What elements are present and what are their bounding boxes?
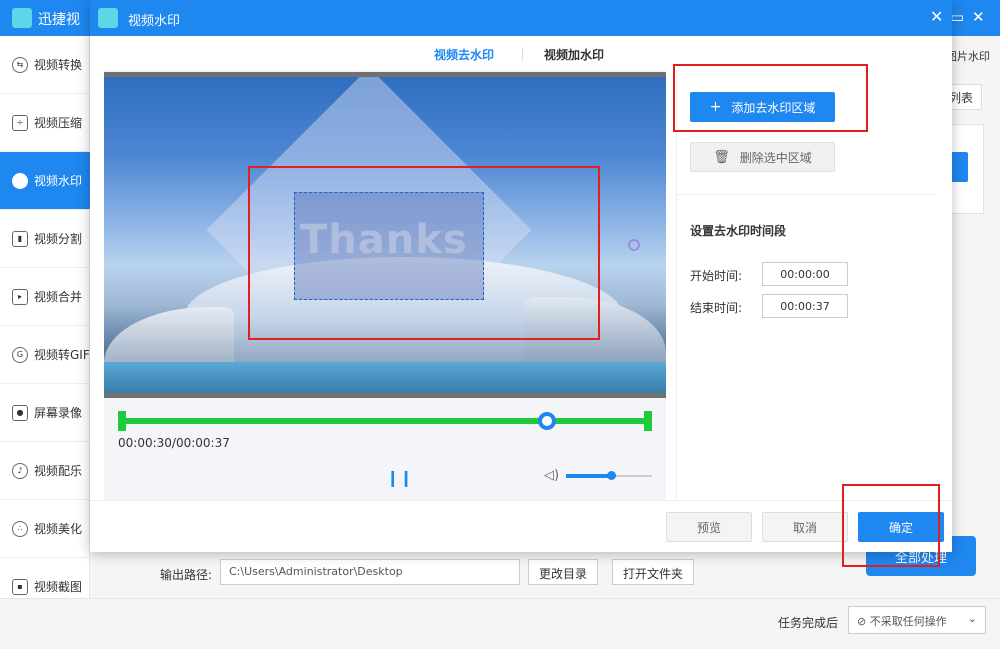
convert-icon: ⇆: [12, 56, 28, 73]
sidebar-item-label: 屏幕录像: [34, 406, 83, 420]
sidebar-item-label: 视频转换: [34, 58, 83, 72]
file-action-button[interactable]: [950, 152, 968, 182]
sidebar-item-label: 视频美化: [34, 522, 83, 536]
volume-slider-fill: [566, 474, 610, 478]
sidebar: ⇆ 视频转换 ÷ 视频压缩 视频水印 ▮ 视频分割 ▸ 视频合并 G 视频转GIF ● 屏幕…: [0, 36, 90, 616]
sidebar-item-music[interactable]: ♪ 视频配乐: [0, 442, 90, 500]
trash-icon: 🗑: [713, 149, 730, 165]
close-icon[interactable]: ✕: [972, 8, 985, 26]
tab-add-watermark[interactable]: 视频加水印: [544, 46, 604, 63]
open-folder-button[interactable]: 打开文件夹: [612, 559, 695, 585]
sidebar-item-merge[interactable]: ▸ 视频合并: [0, 268, 90, 326]
end-time-input[interactable]: 00:00:37: [762, 294, 848, 318]
timeline-playhead[interactable]: [538, 412, 556, 430]
sidebar-item-compress[interactable]: ÷ 视频压缩: [0, 94, 90, 152]
sidebar-item-record[interactable]: ● 屏幕录像: [0, 384, 90, 442]
app-logo-icon: [12, 8, 32, 28]
video-preview-area: Thanks 00:00:30/00:00:37 ❙❙ ◁): [104, 70, 666, 500]
dialog-tabs: 视频去水印 视频加水印: [90, 36, 952, 70]
output-path-field[interactable]: C:\Users\Administrator\Desktop: [220, 559, 520, 585]
timeline-start-handle[interactable]: [118, 411, 126, 431]
watermark-logo-icon: [628, 239, 640, 251]
panel-divider: [676, 194, 936, 195]
dialog-title: 视频水印: [128, 14, 181, 29]
beautify-icon: ∴: [12, 520, 28, 537]
sidebar-item-beautify[interactable]: ∴ 视频美化: [0, 500, 90, 558]
sidebar-item-label: 视频分割: [34, 232, 83, 246]
pause-icon[interactable]: ❙❙: [386, 468, 413, 487]
confirm-button[interactable]: 确定: [858, 512, 944, 542]
time-display: 00:00:30/00:00:37: [118, 436, 230, 450]
add-region-label: 添加去水印区域: [731, 100, 816, 115]
sidebar-item-label: 视频压缩: [34, 116, 83, 130]
watermark-selection-region[interactable]: [294, 192, 484, 300]
add-region-button[interactable]: + 添加去水印区域: [690, 92, 835, 122]
preview-button[interactable]: 预览: [666, 512, 752, 542]
sidebar-item-label: 视频截图: [34, 580, 83, 594]
sidebar-item-label: 视频合并: [34, 290, 83, 304]
dialog-titlebar: 视频水印 ✕: [90, 0, 952, 36]
timeline-track[interactable]: [118, 418, 652, 424]
period-title: 设置去水印时间段: [690, 224, 787, 238]
timeline-end-handle[interactable]: [644, 411, 652, 431]
plus-icon: +: [709, 99, 722, 115]
tab-image-watermark[interactable]: 图片水印: [946, 48, 990, 64]
sidebar-item-label: 视频水印: [34, 174, 83, 188]
video-frame[interactable]: Thanks: [104, 72, 666, 398]
dialog-logo-icon: [98, 8, 118, 28]
chevron-down-icon: ⌄: [967, 612, 977, 625]
screenshot-icon: ▪: [12, 578, 28, 595]
tab-divider: [522, 47, 523, 61]
output-label: 输出路径:: [160, 568, 213, 582]
gif-icon: G: [12, 346, 28, 363]
record-icon: ●: [12, 404, 28, 421]
after-task-select[interactable]: ⊘ 不采取任何操作 ⌄: [848, 606, 986, 634]
after-task-label: 任务完成后: [778, 616, 839, 630]
tab-remove-watermark[interactable]: 视频去水印: [434, 46, 494, 63]
compress-icon: ÷: [12, 114, 28, 131]
music-icon: ♪: [12, 462, 28, 479]
change-dir-button[interactable]: 更改目录: [528, 559, 599, 585]
app-title: 迅捷视: [38, 12, 80, 28]
watermark-icon: [12, 172, 28, 189]
volume-icon[interactable]: ◁): [544, 468, 559, 483]
delete-region-button[interactable]: 🗑 删除选中区域: [690, 142, 835, 172]
sidebar-item-gif[interactable]: G 视频转GIF: [0, 326, 90, 384]
watermark-dialog: 视频水印 ✕ 视频去水印 视频加水印 Thanks 00:00:30/00:00…: [90, 0, 952, 552]
sidebar-item-watermark[interactable]: 视频水印: [0, 152, 90, 210]
sidebar-item-convert[interactable]: ⇆ 视频转换: [0, 36, 90, 94]
after-task-value: ⊘ 不采取任何操作: [857, 615, 947, 628]
split-icon: ▮: [12, 230, 28, 247]
sidebar-item-label: 视频转GIF: [34, 348, 90, 362]
start-time-label: 开始时间:: [690, 269, 743, 283]
end-time-label: 结束时间:: [690, 301, 743, 315]
sidebar-item-label: 视频配乐: [34, 464, 83, 478]
sidebar-item-split[interactable]: ▮ 视频分割: [0, 210, 90, 268]
cancel-button[interactable]: 取消: [762, 512, 848, 542]
dialog-close-icon[interactable]: ✕: [930, 7, 943, 26]
video-water: [104, 362, 666, 393]
merge-icon: ▸: [12, 288, 28, 305]
start-time-input[interactable]: 00:00:00: [762, 262, 848, 286]
minimize-icon[interactable]: ▭: [950, 8, 964, 26]
volume-slider-handle[interactable]: [607, 471, 616, 480]
delete-region-label: 删除选中区域: [739, 150, 812, 165]
